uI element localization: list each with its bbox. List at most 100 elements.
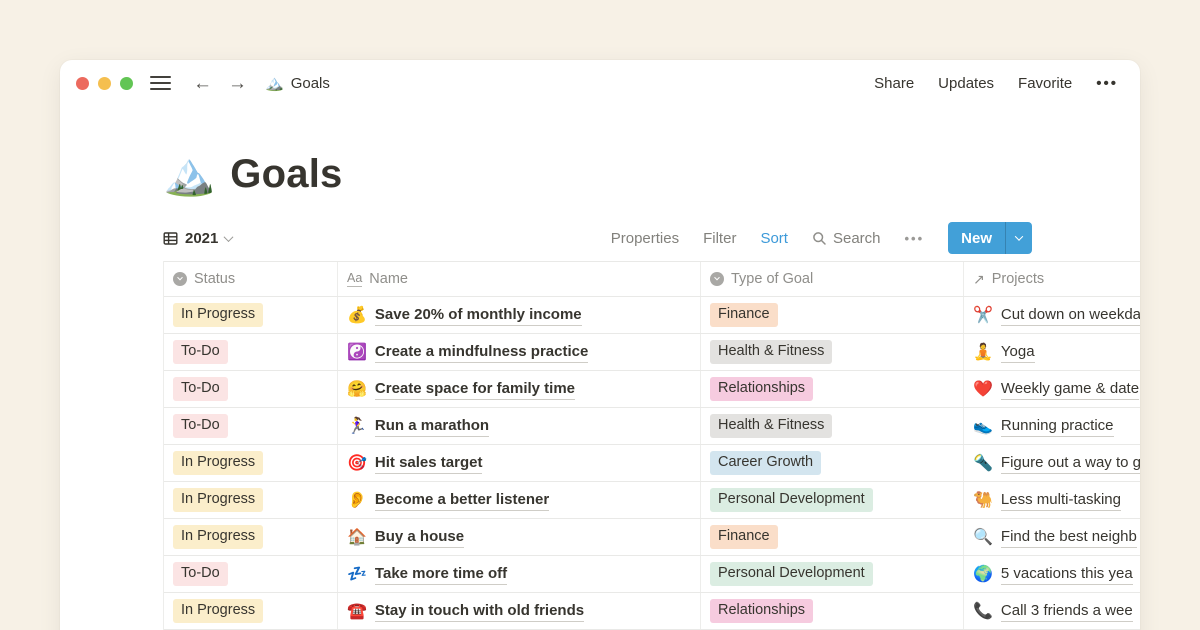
table-row[interactable]: In Progress 🏠Buy a house Finance 🔍Find the … bbox=[164, 519, 1140, 556]
type-of-goal-cell[interactable]: Health & Fitness bbox=[701, 408, 964, 444]
status-badge[interactable]: In Progress bbox=[173, 525, 263, 549]
goal-page-link[interactable]: Save 20% of monthly income bbox=[375, 304, 582, 327]
status-cell[interactable]: To-Do bbox=[164, 334, 338, 370]
minimize-window-button[interactable] bbox=[98, 77, 111, 90]
table-row[interactable]: To-Do 🏃‍♀️Run a marathon Health & Fitness 👟… bbox=[164, 408, 1140, 445]
projects-cell[interactable]: ✂️Cut down on weekda bbox=[964, 297, 1140, 333]
type-of-goal-cell[interactable]: Finance bbox=[701, 519, 964, 555]
goal-page-link[interactable]: Stay in touch with old friends bbox=[375, 600, 584, 623]
table-row[interactable]: In Progress 💰Save 20% of monthly income Fi… bbox=[164, 297, 1140, 334]
projects-cell[interactable]: ❤️Weekly game & date bbox=[964, 371, 1140, 407]
column-header-projects[interactable]: ↗ Projects bbox=[964, 262, 1140, 296]
type-badge[interactable]: Finance bbox=[710, 303, 778, 327]
project-page-link[interactable]: 5 vacations this yea bbox=[1001, 563, 1133, 586]
goal-page-link[interactable]: Create space for family time bbox=[375, 378, 575, 401]
projects-cell[interactable]: 🐫Less multi-tasking bbox=[964, 482, 1140, 518]
type-of-goal-cell[interactable]: Relationships bbox=[701, 593, 964, 629]
filter-button[interactable]: Filter bbox=[703, 230, 736, 247]
goal-page-link[interactable]: Create a mindfulness practice bbox=[375, 341, 588, 364]
view-options-button[interactable]: ••• bbox=[905, 231, 925, 246]
project-page-link[interactable]: Less multi-tasking bbox=[1001, 489, 1121, 512]
status-badge[interactable]: To-Do bbox=[173, 562, 228, 586]
projects-cell[interactable]: 🔦Figure out a way to g bbox=[964, 445, 1140, 481]
project-page-link[interactable]: Running practice bbox=[1001, 415, 1114, 438]
type-badge[interactable]: Personal Development bbox=[710, 488, 873, 512]
status-cell[interactable]: In Progress bbox=[164, 297, 338, 333]
projects-cell[interactable]: 🧘Yoga bbox=[964, 334, 1140, 370]
name-cell[interactable]: 🏠Buy a house bbox=[338, 519, 701, 555]
zoom-window-button[interactable] bbox=[120, 77, 133, 90]
favorite-button[interactable]: Favorite bbox=[1018, 75, 1072, 92]
status-badge[interactable]: To-Do bbox=[173, 414, 228, 438]
project-page-link[interactable]: Weekly game & date bbox=[1001, 378, 1139, 401]
column-header-name[interactable]: Aa Name bbox=[338, 262, 701, 296]
table-row[interactable]: In Progress👂Become a better listenerPers… bbox=[164, 482, 1140, 519]
type-badge[interactable]: Health & Fitness bbox=[710, 340, 832, 364]
name-cell[interactable]: ☯️Create a mindfulness practice bbox=[338, 334, 701, 370]
new-dropdown-button[interactable] bbox=[1006, 222, 1032, 254]
projects-cell[interactable]: 👟Running practice bbox=[964, 408, 1140, 444]
type-badge[interactable]: Relationships bbox=[710, 377, 813, 401]
name-cell[interactable]: 🏃‍♀️Run a marathon bbox=[338, 408, 701, 444]
close-window-button[interactable] bbox=[76, 77, 89, 90]
type-badge[interactable]: Health & Fitness bbox=[710, 414, 832, 438]
view-switcher[interactable]: 2021 bbox=[163, 230, 232, 247]
more-menu-button[interactable]: ••• bbox=[1096, 75, 1118, 92]
type-badge[interactable]: Relationships bbox=[710, 599, 813, 623]
status-cell[interactable]: In Progress bbox=[164, 482, 338, 518]
status-cell[interactable]: In Progress bbox=[164, 519, 338, 555]
goal-page-link[interactable]: Buy a house bbox=[375, 526, 464, 549]
breadcrumb[interactable]: 🏔️ Goals bbox=[265, 74, 330, 92]
column-header-status[interactable]: Status bbox=[164, 262, 338, 296]
status-badge[interactable]: To-Do bbox=[173, 340, 228, 364]
status-cell[interactable]: To-Do bbox=[164, 408, 338, 444]
new-button[interactable]: New bbox=[948, 222, 1005, 254]
type-of-goal-cell[interactable]: Career Growth bbox=[701, 445, 964, 481]
name-cell[interactable]: 🎯Hit sales target bbox=[338, 445, 701, 481]
table-row[interactable]: To-Do 🤗Create space for family time Relati… bbox=[164, 371, 1140, 408]
table-row[interactable]: To-Do ☯️Create a mindfulness practice Heal… bbox=[164, 334, 1140, 371]
project-page-link[interactable]: Call 3 friends a wee bbox=[1001, 600, 1133, 623]
status-badge[interactable]: To-Do bbox=[173, 377, 228, 401]
project-page-link[interactable]: Find the best neighb bbox=[1001, 526, 1137, 549]
goal-page-link[interactable]: Take more time off bbox=[375, 563, 507, 586]
name-cell[interactable]: ☎️Stay in touch with old friends bbox=[338, 593, 701, 629]
status-badge[interactable]: In Progress bbox=[173, 303, 263, 327]
type-of-goal-cell[interactable]: Personal Development bbox=[701, 556, 964, 592]
table-row[interactable]: In Progress 🎯Hit sales target Career Growt… bbox=[164, 445, 1140, 482]
name-cell[interactable]: 💰Save 20% of monthly income bbox=[338, 297, 701, 333]
back-arrow-icon[interactable]: ← bbox=[193, 74, 212, 93]
status-badge[interactable]: In Progress bbox=[173, 451, 263, 475]
project-page-link[interactable]: Figure out a way to g bbox=[1001, 452, 1140, 475]
name-cell[interactable]: 🤗Create space for family time bbox=[338, 371, 701, 407]
type-of-goal-cell[interactable]: Finance bbox=[701, 297, 964, 333]
project-page-link[interactable]: Yoga bbox=[1001, 341, 1035, 364]
share-button[interactable]: Share bbox=[874, 75, 914, 92]
type-badge[interactable]: Career Growth bbox=[710, 451, 821, 475]
column-header-type-of-goal[interactable]: Type of Goal bbox=[701, 262, 964, 296]
goal-page-link[interactable]: Become a better listener bbox=[375, 489, 549, 512]
status-cell[interactable]: In Progress bbox=[164, 593, 338, 629]
status-badge[interactable]: In Progress bbox=[173, 488, 263, 512]
type-of-goal-cell[interactable]: Personal Development bbox=[701, 482, 964, 518]
properties-button[interactable]: Properties bbox=[611, 230, 679, 247]
forward-arrow-icon[interactable]: → bbox=[228, 74, 247, 93]
sidebar-toggle-icon[interactable] bbox=[150, 72, 171, 94]
type-badge[interactable]: Finance bbox=[710, 525, 778, 549]
type-of-goal-cell[interactable]: Relationships bbox=[701, 371, 964, 407]
sort-button[interactable]: Sort bbox=[760, 230, 788, 247]
search-button[interactable]: Search bbox=[812, 230, 881, 247]
projects-cell[interactable]: 🔍Find the best neighb bbox=[964, 519, 1140, 555]
table-row[interactable]: To-Do 💤Take more time off Personal Develop… bbox=[164, 556, 1140, 593]
project-page-link[interactable]: Cut down on weekda bbox=[1001, 304, 1140, 327]
status-cell[interactable]: To-Do bbox=[164, 371, 338, 407]
goal-page-link[interactable]: Hit sales target bbox=[375, 452, 483, 475]
type-badge[interactable]: Personal Development bbox=[710, 562, 873, 586]
projects-cell[interactable]: 🌍5 vacations this yea bbox=[964, 556, 1140, 592]
type-of-goal-cell[interactable]: Health & Fitness bbox=[701, 334, 964, 370]
updates-button[interactable]: Updates bbox=[938, 75, 994, 92]
projects-cell[interactable]: 📞Call 3 friends a wee bbox=[964, 593, 1140, 629]
name-cell[interactable]: 💤Take more time off bbox=[338, 556, 701, 592]
table-row[interactable]: In Progress☎️Stay in touch with old frie… bbox=[164, 593, 1140, 630]
status-cell[interactable]: To-Do bbox=[164, 556, 338, 592]
